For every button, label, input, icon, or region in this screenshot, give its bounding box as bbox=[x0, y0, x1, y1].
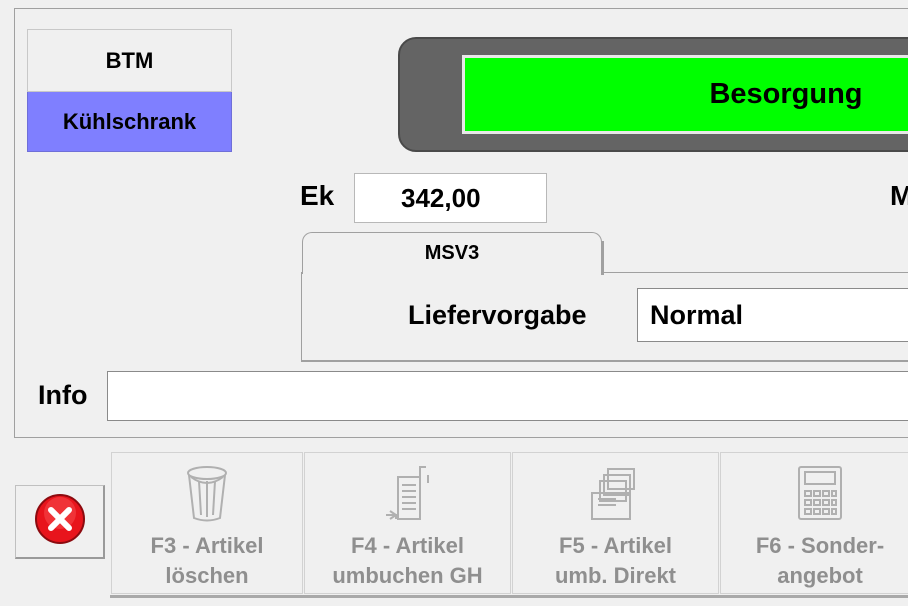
tab-msv3[interactable]: MSV3 bbox=[302, 232, 604, 275]
close-circle-icon bbox=[34, 493, 86, 550]
liefervorgabe-value: Normal bbox=[650, 299, 744, 330]
calculator-icon bbox=[795, 459, 845, 523]
ek-label: Ek bbox=[300, 180, 335, 211]
tab-msv3-label: MSV3 bbox=[424, 242, 480, 264]
liefervorgabe-label: Liefervorgabe bbox=[408, 300, 587, 330]
trash-icon bbox=[185, 459, 229, 523]
status-indicator: Besorgung bbox=[462, 55, 908, 134]
kuehlschrank-flag-button[interactable]: Kühlschrank bbox=[27, 92, 232, 152]
btm-flag-button[interactable]: BTM bbox=[27, 29, 232, 92]
f5-transfer-article-direct-button[interactable]: F5 - Artikel umb. Direkt bbox=[512, 452, 719, 594]
f6-special-offer-button[interactable]: F6 - Sonder- angebot bbox=[720, 452, 908, 594]
document-transfer-icon bbox=[382, 459, 434, 523]
ek-value: 342,00 bbox=[401, 182, 481, 213]
stacked-documents-icon bbox=[586, 459, 646, 523]
f6-label: F6 - Sonder- angebot bbox=[755, 533, 885, 588]
ek-field[interactable]: 342,00 bbox=[354, 173, 547, 223]
f4-label: F4 - Artikel umbuchen GH bbox=[332, 533, 483, 588]
f5-label: F5 - Artikel umb. Direkt bbox=[554, 533, 677, 588]
truncated-label: M bbox=[890, 180, 908, 211]
kuehlschrank-flag-label: Kühlschrank bbox=[62, 108, 197, 134]
f3-label: F3 - Artikel löschen bbox=[150, 533, 264, 588]
f4-transfer-article-gh-button[interactable]: F4 - Artikel umbuchen GH bbox=[304, 452, 511, 594]
cancel-button[interactable] bbox=[15, 485, 105, 559]
info-input[interactable] bbox=[107, 371, 908, 421]
btm-flag-label: BTM bbox=[105, 47, 154, 73]
toolbar-divider bbox=[110, 595, 908, 598]
f3-delete-article-button[interactable]: F3 - Artikel löschen bbox=[111, 452, 303, 594]
liefervorgabe-select[interactable]: Normal bbox=[637, 288, 908, 342]
status-text: Besorgung bbox=[709, 78, 863, 110]
info-label: Info bbox=[38, 380, 88, 410]
